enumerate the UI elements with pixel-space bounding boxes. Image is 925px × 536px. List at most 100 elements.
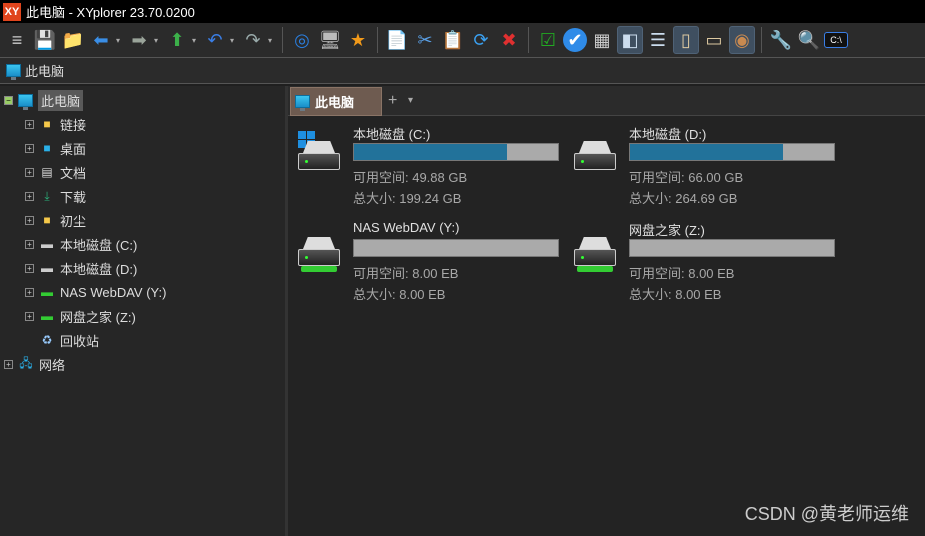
tab-this-pc[interactable]: 此电脑 xyxy=(290,87,382,116)
drive-total-size: 总大小: 8.00 EB xyxy=(629,287,722,302)
checkbox-icon[interactable]: ☑ xyxy=(535,26,561,54)
tree-label: NAS WebDAV (Y:) xyxy=(60,284,167,300)
favorites-icon[interactable]: ★ xyxy=(345,26,371,54)
recycle-bin-icon: ♻ xyxy=(41,333,53,347)
network-drive-icon: ▬ xyxy=(41,285,53,299)
drive-item[interactable]: 本地磁盘 (D:) 可用空间: 66.00 GB 总大小: 264.69 GB xyxy=(564,124,835,214)
new-tab-button[interactable]: + xyxy=(388,92,397,110)
redo-icon[interactable]: ↷ xyxy=(240,26,266,54)
drive-icon: ▬ xyxy=(41,261,53,275)
up-icon[interactable]: ⬆ xyxy=(164,26,190,54)
tree-item[interactable]: + ■ 桌面 xyxy=(25,137,86,159)
tree-item[interactable]: + ■ 链接 xyxy=(25,113,86,135)
computer-icon xyxy=(18,93,33,110)
back-icon[interactable]: ⬅ xyxy=(88,26,114,54)
expand-icon[interactable]: + xyxy=(25,215,34,225)
drive-item[interactable]: 网盘之家 (Z:) 可用空间: 8.00 EB 总大小: 8.00 EB xyxy=(564,220,835,310)
dual-pane-icon[interactable]: ☰ xyxy=(645,26,671,54)
separator xyxy=(761,27,762,53)
tree-item[interactable]: + ■ 初尘 xyxy=(25,209,86,231)
expand-icon[interactable]: + xyxy=(25,287,34,297)
collapse-icon[interactable]: − xyxy=(4,95,13,105)
drive-item[interactable]: 本地磁盘 (C:) 可用空间: 49.88 GB 总大小: 199.24 GB xyxy=(288,124,559,214)
expand-icon[interactable]: + xyxy=(25,239,34,249)
network-drive-icon: ▬ xyxy=(41,309,53,323)
tree-item[interactable]: + ▤ 文档 xyxy=(25,161,86,183)
tree-label: 此电脑 xyxy=(38,89,84,111)
preview-icon[interactable]: ▯ xyxy=(673,26,699,54)
address-path: 此电脑 xyxy=(25,64,65,79)
folder-tree: − 此电脑 + ■ 链接 + ■ 桌面 + ▤ 文档 + ⤓ 下载 + ■ 初尘 + ▬ 本地磁盘 (C… xyxy=(0,86,285,536)
expand-icon[interactable]: + xyxy=(4,359,13,369)
separator xyxy=(282,27,283,53)
undo-icon[interactable]: ↶ xyxy=(202,26,228,54)
tree-item[interactable]: + ▬ NAS WebDAV (Y:) xyxy=(25,281,166,303)
refresh-icon[interactable]: ⟳ xyxy=(468,26,494,54)
up-dropdown-icon[interactable]: ▾ xyxy=(192,36,200,45)
undo-dropdown-icon[interactable]: ▾ xyxy=(230,36,238,45)
drive-icon: ▬ xyxy=(41,237,53,251)
download-icon: ⤓ xyxy=(44,188,50,203)
tab-label: 此电脑 xyxy=(315,95,355,110)
expand-icon[interactable]: + xyxy=(25,191,34,201)
tree-label: 回收站 xyxy=(60,333,100,349)
tree-item[interactable]: + ▬ 网盘之家 (Z:) xyxy=(25,305,136,327)
file-list: 本地磁盘 (C:) 可用空间: 49.88 GB 总大小: 199.24 GB … xyxy=(288,116,925,536)
computer-icon xyxy=(295,95,310,111)
tree-item[interactable]: + ▬ 本地磁盘 (D:) xyxy=(25,257,137,279)
expand-icon[interactable]: + xyxy=(25,311,34,321)
tools-icon[interactable]: 🔧 xyxy=(768,26,794,54)
copy-icon[interactable]: 📄 xyxy=(384,26,410,54)
tree-item-network[interactable]: + 🖧 网络 xyxy=(4,353,65,375)
watermark: CSDN @黄老师运维 xyxy=(744,504,909,524)
expand-icon[interactable]: + xyxy=(25,143,34,153)
target-icon[interactable]: ◎ xyxy=(289,26,315,54)
tree-item[interactable]: + ⤓ 下载 xyxy=(25,185,86,207)
tree-item[interactable]: + ▬ 本地磁盘 (C:) xyxy=(25,233,137,255)
separator xyxy=(528,27,529,53)
tags-icon[interactable]: ◉ xyxy=(729,26,755,54)
folder-icon: ■ xyxy=(43,213,51,227)
save-icon[interactable]: 💾 xyxy=(32,26,58,54)
tree-label: 本地磁盘 (D:) xyxy=(60,261,138,277)
tree-item-this-pc[interactable]: − 此电脑 xyxy=(4,89,84,111)
address-bar[interactable]: 此电脑 xyxy=(0,57,925,84)
forward-dropdown-icon[interactable]: ▾ xyxy=(154,36,162,45)
tree-label: 链接 xyxy=(60,117,87,133)
tree-label: 文档 xyxy=(60,165,87,181)
terminal-icon[interactable]: C:\ xyxy=(824,32,848,48)
drive-free-space: 可用空间: 49.88 GB xyxy=(353,170,468,185)
folder-icon: ■ xyxy=(43,117,51,131)
drive-total-size: 总大小: 8.00 EB xyxy=(353,287,446,302)
drive-usage-bar xyxy=(629,143,835,161)
separator xyxy=(377,27,378,53)
computer-icon[interactable]: 🖥 xyxy=(317,26,343,54)
redo-dropdown-icon[interactable]: ▾ xyxy=(268,36,276,45)
expand-icon[interactable]: + xyxy=(25,263,34,273)
tab-bar: 此电脑 + ▾ xyxy=(288,86,925,116)
view-icon[interactable]: ▦ xyxy=(589,26,615,54)
computer-icon xyxy=(6,64,21,80)
menu-icon[interactable]: ≡ xyxy=(4,26,30,54)
info-panel-icon[interactable]: ▭ xyxy=(701,26,727,54)
network-drive-icon xyxy=(574,237,616,272)
back-dropdown-icon[interactable]: ▾ xyxy=(116,36,124,45)
forward-icon[interactable]: ➡ xyxy=(126,26,152,54)
search-icon[interactable]: 🔍 xyxy=(796,26,822,54)
desktop-icon: ■ xyxy=(43,141,51,155)
tab-menu-button[interactable]: ▾ xyxy=(408,95,413,106)
paste-icon[interactable]: 📋 xyxy=(440,26,466,54)
cut-icon[interactable]: ✂ xyxy=(412,26,438,54)
tree-label: 初尘 xyxy=(60,213,87,229)
drive-item[interactable]: NAS WebDAV (Y:) 可用空间: 8.00 EB 总大小: 8.00 … xyxy=(288,220,559,310)
check-icon[interactable]: ✔ xyxy=(563,28,587,52)
new-folder-icon[interactable]: 📁 xyxy=(60,26,86,54)
tree-item[interactable]: ♻ 回收站 xyxy=(39,329,99,351)
tree-label: 网盘之家 (Z:) xyxy=(60,309,136,325)
delete-icon[interactable]: ✖ xyxy=(496,26,522,54)
layout-icon[interactable]: ◧ xyxy=(617,26,643,54)
expand-icon[interactable]: + xyxy=(25,119,34,129)
drive-name: 本地磁盘 (C:) xyxy=(353,127,431,142)
expand-icon[interactable]: + xyxy=(25,167,34,177)
app-logo: XY xyxy=(3,2,21,21)
